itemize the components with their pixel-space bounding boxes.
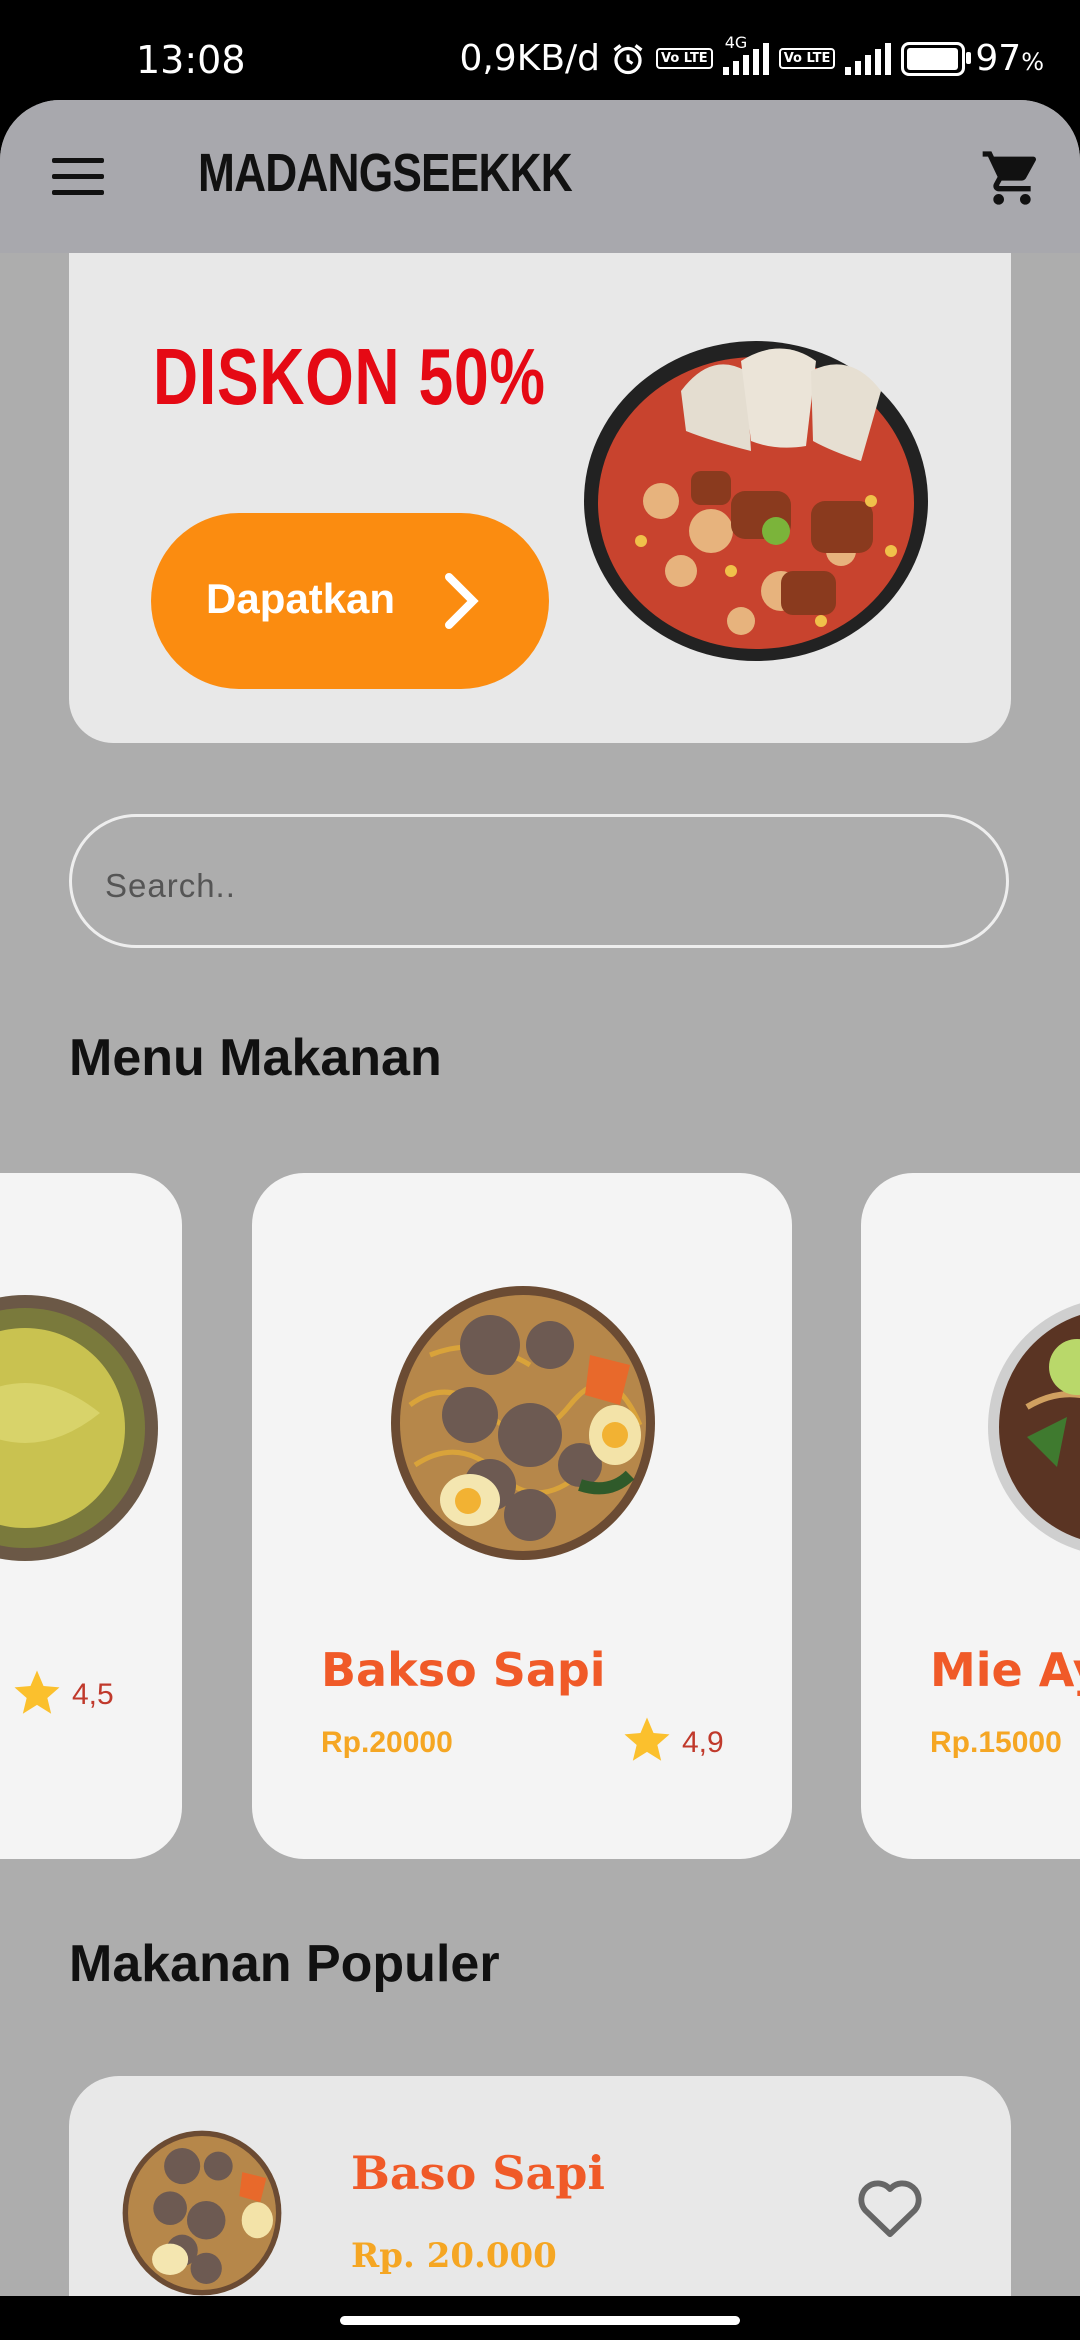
alarm-icon — [613, 43, 643, 74]
chicken-noodle-image — [988, 1303, 1080, 1551]
promo-banner: DISKON 50% Dapatkan — [69, 253, 1011, 743]
get-discount-button[interactable]: Dapatkan — [151, 513, 549, 689]
popular-item-name: Baso Sapi — [351, 2146, 605, 2200]
card-rating: 4,9 — [682, 1726, 724, 1759]
card-price: Rp.20000 — [321, 1726, 453, 1759]
app-screen: MADANGSEEKKK DISKON 50% Dapatkan Search.… — [0, 100, 1080, 2300]
seblak-bowl-image — [584, 341, 928, 661]
meatball-soup-image — [122, 2130, 282, 2296]
menu-section-title: Menu Makanan — [69, 1029, 442, 1087]
network-type: 4G — [724, 32, 748, 52]
menu-card[interactable]: 4,5 — [0, 1173, 182, 1859]
star-icon — [14, 1670, 60, 1714]
network-speed: 0,9KB/d — [459, 38, 600, 79]
battery-icon — [901, 41, 972, 76]
star-icon — [624, 1717, 670, 1761]
hamburger-menu-icon[interactable] — [52, 158, 104, 196]
menu-card[interactable]: Mie Ay Rp.15000 — [861, 1173, 1080, 1859]
popular-item-price: Rp. 20.000 — [351, 2236, 557, 2276]
heart-outline-icon[interactable] — [855, 2176, 925, 2240]
search-input[interactable]: Search.. — [69, 814, 1009, 948]
get-discount-label: Dapatkan — [206, 575, 396, 622]
search-placeholder: Search.. — [105, 867, 236, 904]
promo-title: DISKON 50% — [153, 332, 546, 421]
popular-section-title: Makanan Populer — [69, 1935, 500, 1993]
shopping-cart-icon[interactable] — [980, 146, 1044, 210]
chevron-right-icon — [445, 573, 479, 629]
app-bar: MADANGSEEKKK — [0, 100, 1080, 253]
system-nav-bar — [0, 2296, 1080, 2340]
popular-item-card[interactable]: Baso Sapi Rp. 20.000 — [69, 2076, 1011, 2300]
card-price: Rp.15000 — [930, 1726, 1062, 1759]
card-name: Bakso Sapi — [321, 1643, 606, 1697]
meatball-soup-image — [391, 1286, 655, 1560]
volte-icon: Vo LTE — [656, 48, 713, 69]
status-icons: 0,9KB/d Vo LTE 4G Vo LTE 97% — [459, 33, 1044, 80]
home-indicator[interactable] — [340, 2316, 740, 2325]
status-bar: 13:08 0,9KB/d Vo LTE 4G Vo LTE 97% — [0, 0, 1080, 110]
card-rating: 4,5 — [72, 1678, 114, 1711]
card-name: Mie Ay — [930, 1643, 1080, 1697]
brand-title: MADANGSEEKKK — [198, 143, 573, 203]
menu-card[interactable]: Bakso Sapi Rp.20000 4,9 — [252, 1173, 792, 1859]
noodle-soup-image — [0, 1295, 158, 1561]
signal-icon-2 — [845, 42, 892, 75]
battery-percent: 97% — [975, 38, 1044, 79]
status-time: 13:08 — [136, 38, 246, 82]
volte-icon-2: Vo LTE — [778, 48, 836, 69]
